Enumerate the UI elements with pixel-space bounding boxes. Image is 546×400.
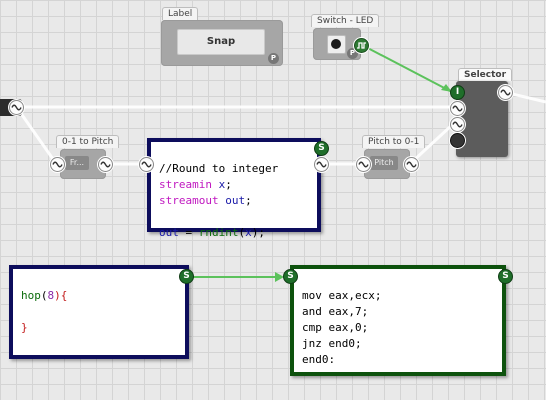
script-asm-out-port[interactable]: S — [498, 269, 513, 284]
sine-icon — [100, 161, 111, 168]
code-function: hop — [21, 289, 41, 302]
code-punct: ; — [245, 194, 252, 207]
wire-out-white — [507, 91, 546, 104]
pitch-to-zero-title: Pitch to 0-1 — [362, 135, 426, 148]
script-round-editor[interactable]: //Round to integer streamin x; streamout o… — [147, 138, 321, 239]
code-punct: ; — [225, 178, 232, 191]
zero-to-pitch-in-port[interactable] — [50, 157, 65, 172]
wire-to-zero-to-pitch — [18, 111, 57, 163]
code-var: x — [245, 226, 252, 239]
script-asm-in-port[interactable]: S — [283, 269, 298, 284]
switch-led-title: Switch - LED — [311, 14, 380, 27]
pitch-to-zero-out-port[interactable] — [404, 157, 419, 172]
asm-line: mov eax,ecx; — [302, 289, 382, 302]
script-round-s-port[interactable]: S — [314, 141, 329, 156]
pitch-to-zero-inner: Pitch — [370, 156, 398, 170]
sine-icon — [52, 161, 63, 168]
code-keyword: streamout — [159, 194, 219, 207]
selector-in-port-2[interactable] — [450, 117, 465, 132]
sine-icon — [141, 161, 152, 168]
selector-in-port-1[interactable] — [450, 101, 465, 116]
code-var: out — [159, 226, 179, 239]
code-punct: ); — [251, 226, 265, 239]
code-line-2: streamin x; — [159, 177, 309, 193]
selector-index-port[interactable]: I — [450, 85, 465, 100]
sine-icon — [11, 104, 22, 111]
code-line-1: //Round to integer — [159, 161, 309, 177]
script-asm-editor[interactable]: mov eax,ecx; and eax,7; cmp eax,0; jnz end0… — [290, 265, 506, 376]
wire-led-to-selector — [361, 44, 453, 93]
selector-title: Selector — [458, 68, 513, 81]
code-var: out — [225, 194, 246, 207]
zero-to-pitch-inner-label: Fr... — [69, 158, 85, 167]
sine-icon — [452, 105, 463, 112]
script-round-out-port[interactable] — [314, 157, 329, 172]
zero-to-pitch-title: 0-1 to Pitch — [56, 135, 120, 148]
script-hop-editor[interactable]: hop(8){ } — [9, 265, 189, 359]
label-module-badge: P — [268, 53, 279, 64]
pitch-to-zero-inner-label: Pitch — [374, 158, 394, 167]
selector-in-port-3[interactable] — [450, 133, 465, 148]
zero-to-pitch-inner: Fr... — [65, 156, 89, 170]
asm-line: and eax,7; — [302, 305, 369, 318]
pitch-to-zero-in-port[interactable] — [356, 157, 371, 172]
asm-line: cmp eax,0; — [302, 321, 369, 334]
switch-led-toggle[interactable] — [327, 35, 346, 54]
switch-led-out-port[interactable] — [354, 38, 369, 53]
pulse-icon — [357, 42, 366, 49]
selector-out-port[interactable] — [498, 85, 513, 100]
sine-icon — [452, 121, 463, 128]
code-line-1: hop(8){ — [21, 288, 177, 304]
sine-icon — [406, 161, 417, 168]
code-line-3: } — [21, 320, 177, 336]
asm-line: jnz end0; — [302, 337, 362, 350]
code-punct: ( — [40, 289, 48, 302]
code-line-5: out = rndint(x); — [159, 225, 309, 241]
snap-label-button[interactable]: Snap — [177, 29, 265, 55]
label-module-title: Label — [162, 7, 199, 20]
zero-to-pitch-out-port[interactable] — [98, 157, 113, 172]
snap-label-text: Snap — [206, 36, 236, 47]
label-module-body: Snap P — [161, 20, 283, 66]
code-keyword: streamin — [159, 178, 212, 191]
asm-line: end0: — [302, 353, 336, 366]
code-punct: ){ — [54, 289, 68, 302]
script-hop-s-port[interactable]: S — [179, 269, 194, 284]
led-icon — [331, 39, 341, 49]
code-op: = — [178, 226, 199, 239]
code-line-3: streamout out; — [159, 193, 309, 209]
sine-icon — [316, 161, 327, 168]
code-function: rndint — [198, 226, 239, 239]
script-round-in-port[interactable] — [139, 157, 154, 172]
code-punct: } — [21, 321, 28, 334]
input-audio-port[interactable] — [9, 100, 24, 115]
sine-icon — [500, 89, 511, 96]
code-comment: //Round to integer — [159, 162, 279, 175]
sine-icon — [358, 161, 369, 168]
